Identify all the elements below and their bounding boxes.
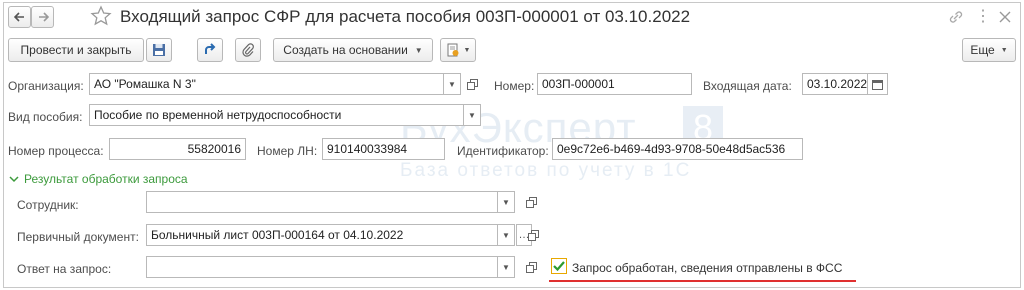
chevron-down-icon: ▼ [502, 197, 510, 207]
link-button[interactable] [948, 9, 964, 25]
chevron-down-icon: ▼ [502, 262, 510, 272]
close-icon [999, 11, 1011, 23]
benefit-type-dropdown-button[interactable]: ▼ [464, 104, 481, 126]
calendar-icon [872, 79, 883, 90]
employee-field[interactable] [146, 191, 498, 213]
forward-arrow-icon [38, 12, 49, 22]
ln-number-label: Номер ЛН: [257, 144, 318, 158]
reports-button[interactable]: ▼ [440, 38, 476, 62]
response-open-button[interactable] [523, 256, 539, 278]
more-actions-button[interactable]: Еще ▼ [962, 38, 1016, 62]
save-button[interactable] [146, 38, 172, 62]
processed-checkbox-label[interactable]: Запрос обработан, сведения отправлены в … [572, 261, 842, 275]
identifier-field[interactable]: 0e9c72e6-b469-4d93-9708-50e48d5ac536 [552, 138, 803, 160]
processed-checkbox[interactable] [551, 258, 567, 274]
more-actions-label: Еще [970, 43, 995, 57]
result-section-title: Результат обработки запроса [24, 172, 188, 186]
more-menu-button[interactable]: ⋮ [975, 7, 991, 27]
report-icon [447, 43, 459, 57]
response-dropdown-button[interactable]: ▼ [498, 256, 515, 278]
chevron-down-icon: ▼ [463, 46, 471, 54]
response-label: Ответ на запрос: [17, 262, 112, 276]
result-section-toggle[interactable]: Результат обработки запроса [9, 172, 188, 186]
attach-file-button[interactable] [235, 38, 261, 62]
forward-button[interactable] [31, 6, 54, 28]
incoming-date-label: Входящая дата: [703, 79, 792, 93]
post-and-close-button[interactable]: Провести и закрыть [8, 38, 144, 62]
process-number-field[interactable]: 55820016 [109, 138, 246, 160]
post-button[interactable] [197, 38, 223, 62]
more-icon: ⋮ [975, 8, 991, 25]
page-title: Входящий запрос СФР для расчета пособия … [120, 7, 691, 26]
post-icon [205, 43, 216, 54]
chevron-down-icon: ▼ [414, 45, 423, 55]
close-button[interactable] [996, 8, 1014, 26]
paperclip-icon [242, 43, 254, 57]
incoming-date-field[interactable]: 03.10.2022 [802, 73, 868, 95]
calendar-button[interactable] [868, 73, 888, 95]
primary-document-dropdown-button[interactable]: ▼ [498, 224, 515, 246]
favorite-star-button[interactable] [90, 5, 112, 27]
organization-dropdown-button[interactable]: ▼ [444, 73, 461, 95]
organization-open-button[interactable] [464, 73, 480, 95]
open-form-icon [525, 196, 537, 208]
chevron-down-icon: ▼ [1000, 46, 1008, 54]
open-form-icon [525, 261, 537, 273]
chevron-down-icon: ▼ [468, 110, 476, 120]
save-icon [153, 44, 165, 56]
benefit-type-field[interactable]: Пособие по временной нетрудоспособности [89, 104, 464, 126]
open-form-icon [527, 229, 539, 241]
ln-number-field[interactable]: 910140033984 [322, 138, 445, 160]
chevron-down-icon: ▼ [502, 230, 510, 240]
primary-document-open-button[interactable] [525, 224, 541, 246]
primary-document-field[interactable]: Больничный лист 003П-000164 от 04.10.202… [146, 224, 498, 246]
primary-document-label: Первичный документ: [17, 230, 139, 244]
number-label: Номер: [494, 79, 535, 93]
benefit-type-label: Вид пособия: [8, 110, 83, 124]
checkmark-icon [553, 261, 565, 272]
organization-field[interactable]: АО "Ромашка N 3" [89, 73, 444, 95]
employee-dropdown-button[interactable]: ▼ [498, 191, 515, 213]
back-arrow-icon [13, 12, 24, 22]
post-and-close-label: Провести и закрыть [20, 43, 132, 57]
employee-open-button[interactable] [523, 191, 539, 213]
star-icon [90, 5, 112, 26]
process-number-label: Номер процесса: [8, 144, 104, 158]
organization-label: Организация: [8, 79, 84, 93]
highlight-underline [549, 280, 856, 282]
chevron-down-icon: ▼ [448, 79, 456, 89]
back-button[interactable] [8, 6, 31, 28]
create-based-on-button[interactable]: Создать на основании ▼ [273, 38, 433, 62]
open-form-icon [466, 78, 478, 90]
response-field[interactable] [146, 256, 498, 278]
chevron-down-icon [9, 176, 19, 183]
identifier-label: Идентификатор: [457, 144, 549, 158]
watermark-tagline: База ответов по учету в 1С [400, 160, 692, 181]
number-field[interactable]: 003П-000001 [537, 73, 692, 95]
create-based-on-label: Создать на основании [283, 43, 408, 57]
employee-label: Сотрудник: [17, 198, 79, 212]
link-icon [949, 11, 963, 23]
